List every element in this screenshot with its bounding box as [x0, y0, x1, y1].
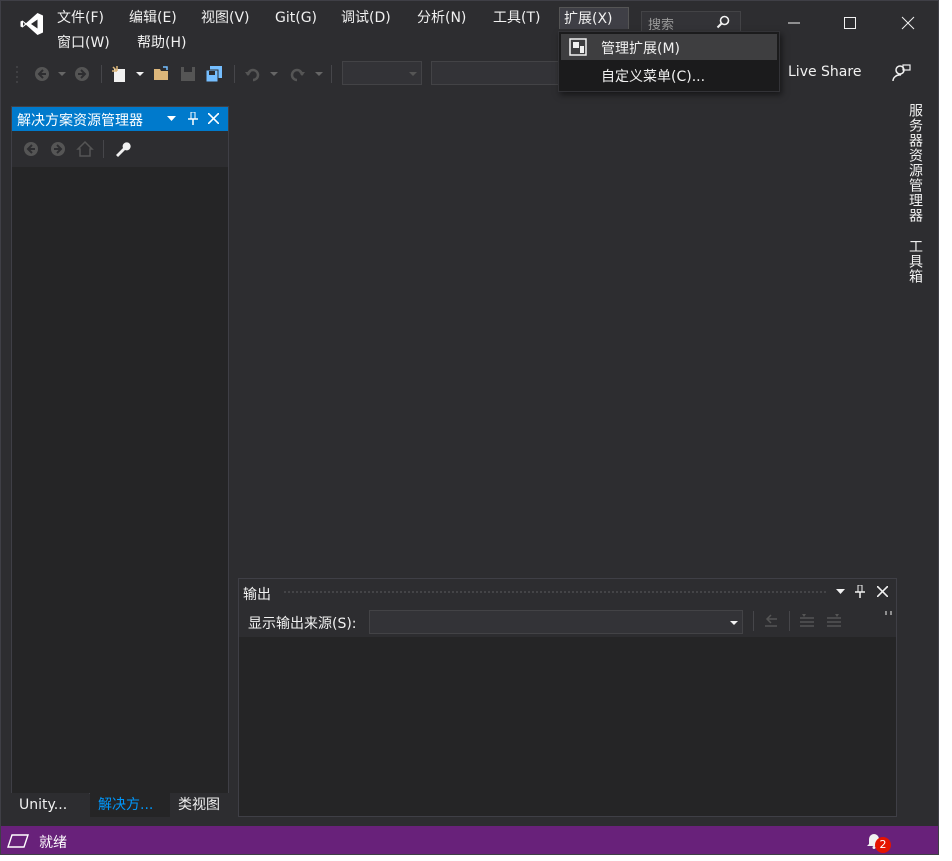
output-source-label: 显示输出来源(S):	[248, 616, 357, 632]
back-arrow-icon	[35, 67, 49, 81]
undo-dropdown[interactable]	[269, 63, 279, 85]
menu-view[interactable]: 视图(V)	[197, 7, 254, 29]
back-arrow-icon[interactable]	[23, 141, 39, 157]
chevron-down-icon	[315, 72, 323, 76]
menu-debug[interactable]: 调试(D)	[337, 7, 395, 29]
open-folder-icon	[154, 66, 168, 80]
extensions-dropdown-menu: 管理扩展(M) 自定义菜单(C)...	[558, 31, 780, 92]
menu-extensions[interactable]: 扩展(X)	[559, 7, 629, 29]
close-icon	[901, 16, 915, 30]
open-button[interactable]	[151, 63, 173, 85]
toolbar-separator	[103, 140, 104, 158]
menu-analyze[interactable]: 分析(N)	[413, 7, 470, 29]
manage-extensions-label: 管理扩展(M)	[601, 41, 681, 57]
chevron-down-icon	[730, 621, 738, 625]
toolbar-separator	[753, 611, 754, 631]
save-button[interactable]	[178, 63, 198, 85]
new-dropdown[interactable]	[135, 63, 145, 85]
toolbar-separator	[331, 65, 332, 83]
toolbar-separator	[234, 65, 235, 83]
maximize-icon	[844, 17, 856, 29]
solution-explorer-panel: 解决方案资源管理器	[11, 106, 229, 794]
solution-explorer-toolbar	[12, 131, 228, 167]
ready-status-icon	[7, 834, 29, 848]
status-bar: 就绪	[1, 826, 938, 854]
vs-window: 文件(F) 编辑(E) 视图(V) Git(G) 调试(D) 分析(N) 工具(…	[0, 0, 939, 855]
undo-icon	[245, 68, 260, 82]
maximize-button[interactable]	[827, 9, 873, 37]
menu-help[interactable]: 帮助(H)	[133, 32, 190, 54]
menu-edit[interactable]: 编辑(E)	[125, 7, 181, 29]
tab-class-view[interactable]: 类视图	[170, 793, 230, 817]
panel-menu-dropdown-icon[interactable]	[167, 116, 176, 122]
output-header-grip	[283, 590, 828, 595]
chevron-down-icon	[270, 72, 278, 76]
tab-solution-explorer[interactable]: 解决方...	[90, 793, 170, 817]
save-all-button[interactable]	[203, 63, 225, 85]
solution-platform-combo[interactable]	[431, 61, 561, 85]
menu-git[interactable]: Git(G)	[271, 7, 321, 29]
customize-menu-item[interactable]: 自定义菜单(C)...	[561, 62, 777, 88]
redo-icon	[290, 68, 305, 82]
forward-button[interactable]	[73, 63, 91, 85]
save-icon	[181, 67, 195, 81]
live-share-button[interactable]: Live Share	[788, 64, 861, 80]
toolbar-separator	[789, 611, 790, 631]
status-text: 就绪	[39, 835, 67, 851]
redo-dropdown[interactable]	[314, 63, 324, 85]
output-source-select[interactable]	[369, 610, 743, 634]
toolbar-overflow-icon[interactable]	[884, 611, 894, 617]
output-toolbar: 显示输出来源(S):	[239, 605, 896, 637]
solution-explorer-title: 解决方案资源管理器	[17, 113, 143, 129]
chevron-down-icon	[136, 72, 144, 76]
search-icon	[716, 15, 730, 29]
server-explorer-tab[interactable]: 服务器资源管理器	[905, 103, 925, 223]
close-icon[interactable]	[208, 113, 219, 124]
feedback-person-icon[interactable]	[891, 63, 911, 83]
solution-explorer-tabs: Unity... 解决方... 类视图	[11, 793, 230, 817]
toolbar-grip[interactable]	[15, 63, 19, 85]
standard-toolbar: Live Share	[1, 59, 938, 89]
output-header[interactable]: 输出	[239, 579, 896, 605]
manage-extensions-item[interactable]: 管理扩展(M)	[561, 34, 777, 60]
tab-unity[interactable]: Unity...	[11, 793, 89, 817]
minimize-icon	[788, 22, 800, 24]
find-message-icon[interactable]	[761, 612, 779, 630]
undo-button[interactable]	[243, 63, 263, 85]
menu-tools[interactable]: 工具(T)	[489, 7, 544, 29]
output-panel: 输出 显示输出来源(S):	[238, 578, 897, 817]
back-button[interactable]	[33, 63, 51, 85]
new-project-button[interactable]	[109, 63, 131, 85]
menu-window[interactable]: 窗口(W)	[53, 32, 114, 54]
save-all-icon	[205, 66, 222, 83]
forward-arrow-icon	[75, 67, 89, 81]
customize-menu-label: 自定义菜单(C)...	[601, 69, 706, 85]
extension-manager-icon	[569, 38, 587, 56]
close-button[interactable]	[885, 9, 931, 37]
chevron-down-icon	[409, 72, 417, 76]
solution-explorer-header[interactable]: 解决方案资源管理器	[12, 107, 228, 131]
previous-message-icon[interactable]	[798, 612, 816, 630]
panel-menu-dropdown-icon[interactable]	[836, 589, 845, 595]
toolbar-separator	[101, 65, 102, 83]
redo-button[interactable]	[287, 63, 307, 85]
back-dropdown[interactable]	[57, 63, 67, 85]
new-item-icon	[112, 66, 125, 82]
properties-wrench-icon[interactable]	[113, 140, 131, 158]
next-message-icon[interactable]	[825, 612, 843, 630]
search-box[interactable]: 搜索	[641, 11, 741, 33]
close-icon[interactable]	[877, 586, 888, 597]
menu-file[interactable]: 文件(F)	[53, 7, 108, 29]
toolbox-tab[interactable]: 工具箱	[905, 239, 925, 284]
forward-arrow-icon[interactable]	[50, 141, 66, 157]
notification-count-badge: 2	[875, 837, 891, 853]
output-title: 输出	[243, 587, 271, 603]
home-icon[interactable]	[76, 140, 94, 158]
solution-configuration-combo[interactable]	[342, 61, 422, 85]
chevron-down-icon	[58, 72, 66, 76]
pin-icon[interactable]	[188, 112, 198, 126]
pin-icon[interactable]	[855, 585, 865, 599]
visual-studio-logo-icon[interactable]	[19, 11, 45, 37]
